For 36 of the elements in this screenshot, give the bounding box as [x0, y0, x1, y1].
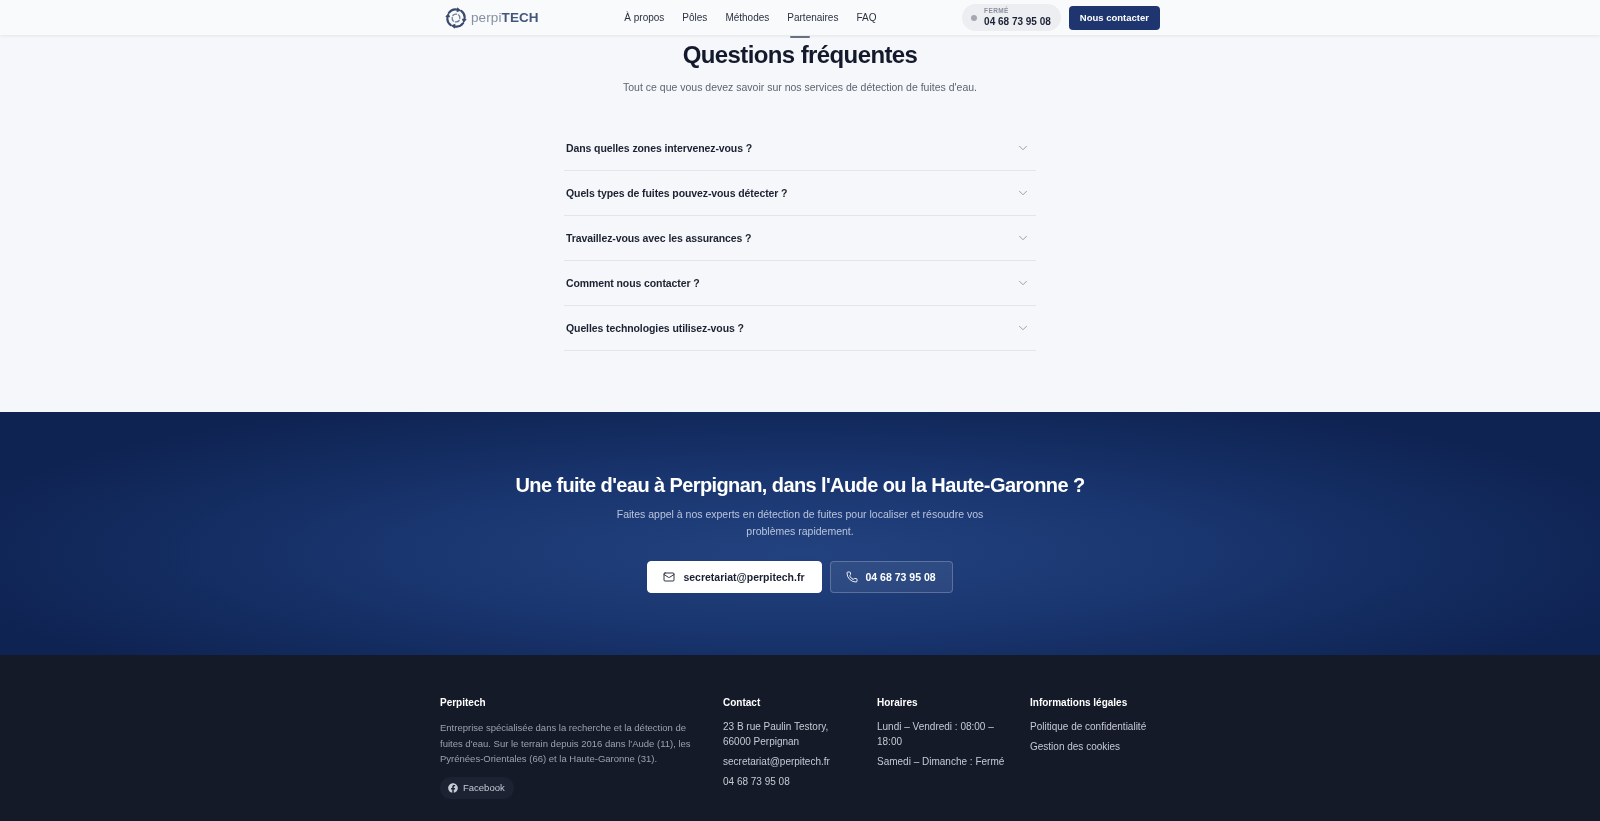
section-title: Questions fréquentes [682, 40, 918, 70]
footer-heading: Perpitech [440, 696, 486, 710]
faq-question[interactable]: Travaillez-vous avec les assurances ? [564, 216, 1036, 261]
faq-question[interactable]: Quels types de fuites pouvez-vous détecter ? [564, 171, 1036, 216]
nav-link[interactable]: Partenaires [787, 12, 839, 23]
banner-text: Faites appel à nos experts en détection de fuites pour localiser et résoudre vos problèmes rapidement. [615, 507, 985, 539]
company-description: Entreprise spécialisée dans la recherche et la détection de fuites d'eau. Sur le terrain depuis 2016 dans l'Aude (11), les Pyrénées-Orientales (66) et la Haute-Garonne (31). [440, 721, 692, 766]
footer-heading: Contact [723, 696, 761, 710]
envelope-icon [663, 571, 676, 583]
hours-text: Samedi – Dimanche : Fermé [877, 754, 1006, 769]
footer-heading: Informations légales [1030, 696, 1128, 710]
faq-question[interactable]: Quelles technologies utilisez-vous ? [564, 306, 1036, 351]
nav-link[interactable]: Pôles [682, 12, 708, 23]
email-button[interactable]: secretariat@perpitech.fr [647, 561, 822, 593]
phone-button[interactable]: 04 68 73 95 08 [829, 561, 953, 593]
section-subtitle: Tout ce que vous devez savoir sur nos services de détection de fuites d'eau. [623, 80, 977, 94]
address-text: 23 B rue Paulin Testory, 66000 Perpignan [723, 720, 830, 749]
legal-link[interactable]: Politique de confidentialité [1030, 720, 1147, 735]
facebook-icon [448, 782, 458, 793]
nav-link[interactable]: À propos [624, 12, 665, 23]
phone-number[interactable]: 04 68 73 95 08 [984, 16, 1051, 27]
nav-link[interactable]: FAQ [856, 12, 877, 23]
nav-link[interactable]: Méthodes [725, 12, 770, 23]
contact-button[interactable]: Nous contacter [1068, 5, 1160, 30]
phone-link[interactable]: 04 68 73 95 08 [723, 774, 853, 789]
logo-text[interactable]: perpiTECH [471, 10, 539, 25]
logo-icon [445, 6, 467, 29]
social-link[interactable]: Facebook [440, 776, 514, 799]
faq-question[interactable]: Comment nous contacter ? [564, 261, 1036, 306]
phone-icon [845, 571, 858, 583]
faq-question[interactable]: Dans quelles zones intervenez-vous ? [564, 126, 1036, 171]
legal-link[interactable]: Gestion des cookies [1030, 740, 1147, 755]
hours-text: Lundi – Vendredi : 08:00 – 18:00 [877, 720, 995, 749]
banner-title: Une fuite d'eau à Perpignan, dans l'Aude ou la Haute-Garonne ? [515, 473, 1085, 498]
footer-heading: Horaires [877, 696, 918, 710]
email-link[interactable]: secretariat@perpitech.fr [723, 754, 853, 769]
